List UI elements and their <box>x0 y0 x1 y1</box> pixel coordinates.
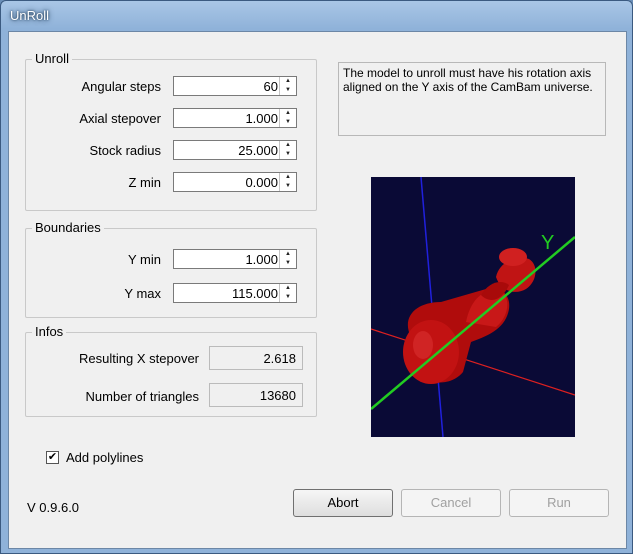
zmin-label: Z min <box>128 175 162 190</box>
checkmark-icon[interactable]: ✔ <box>46 451 59 464</box>
ymax-value: 115.000 <box>231 286 278 301</box>
stock-radius-input[interactable]: 25.000 ▲ ▼ <box>173 140 297 160</box>
x-stepover-value: 2.618 <box>263 351 296 366</box>
triangles-label: Number of triangles <box>85 389 199 404</box>
spin-down-icon[interactable]: ▼ <box>280 259 296 268</box>
ymin-spinner[interactable]: ▲ ▼ <box>279 250 296 268</box>
spin-up-icon[interactable]: ▲ <box>280 284 296 293</box>
angular-steps-input[interactable]: 60 ▲ ▼ <box>173 76 297 96</box>
ymax-spinner[interactable]: ▲ ▼ <box>279 284 296 302</box>
infos-group: Infos Resulting X stepover 2.618 Number … <box>25 324 317 417</box>
spin-up-icon[interactable]: ▲ <box>280 250 296 259</box>
zmin-value: 0.000 <box>245 175 278 190</box>
ymin-input[interactable]: 1.000 ▲ ▼ <box>173 249 297 269</box>
axial-stepover-label: Axial stepover <box>79 111 161 126</box>
unroll-window: UnRoll Unroll Angular steps 60 ▲ ▼ Axial … <box>0 0 633 554</box>
spin-up-icon[interactable]: ▲ <box>280 173 296 182</box>
model-viewport[interactable]: Y <box>371 177 575 437</box>
ymin-label: Y min <box>128 252 161 267</box>
triangles-value: 13680 <box>259 388 296 403</box>
angular-steps-value: 60 <box>263 79 278 94</box>
unroll-group: Unroll Angular steps 60 ▲ ▼ Axial stepove… <box>25 51 317 211</box>
viewport-canvas: Y <box>371 177 575 437</box>
add-polylines-label: Add polylines <box>66 450 144 465</box>
x-stepover-label: Resulting X stepover <box>79 351 199 366</box>
stock-radius-spinner[interactable]: ▲ ▼ <box>279 141 296 159</box>
angular-steps-label: Angular steps <box>81 79 162 94</box>
title-bar[interactable]: UnRoll <box>1 1 632 31</box>
spin-up-icon[interactable]: ▲ <box>280 109 296 118</box>
axial-stepover-spinner[interactable]: ▲ ▼ <box>279 109 296 127</box>
unroll-group-title: Unroll <box>32 51 72 66</box>
boundaries-group: Boundaries Y min 1.000 ▲ ▼ Y max 115.000 … <box>25 220 317 318</box>
spin-down-icon[interactable]: ▼ <box>280 182 296 191</box>
info-text: The model to unroll must have his rotati… <box>343 66 593 94</box>
stock-radius-value: 25.000 <box>238 143 278 158</box>
triangles-field: 13680 <box>209 383 303 407</box>
spin-up-icon[interactable]: ▲ <box>280 77 296 86</box>
axial-stepover-value: 1.000 <box>245 111 278 126</box>
spin-down-icon[interactable]: ▼ <box>280 293 296 302</box>
x-stepover-field: 2.618 <box>209 346 303 370</box>
zmin-spinner[interactable]: ▲ ▼ <box>279 173 296 191</box>
boundaries-group-title: Boundaries <box>32 220 104 235</box>
spin-down-icon[interactable]: ▼ <box>280 150 296 159</box>
y-axis-label: Y <box>541 232 554 254</box>
run-button[interactable]: Run <box>509 489 609 517</box>
ymax-input[interactable]: 115.000 ▲ ▼ <box>173 283 297 303</box>
stock-radius-label: Stock radius <box>89 143 161 158</box>
window-title: UnRoll <box>10 8 50 23</box>
version-label: V 0.9.6.0 <box>27 500 80 515</box>
axial-stepover-input[interactable]: 1.000 ▲ ▼ <box>173 108 297 128</box>
info-text-box: The model to unroll must have his rotati… <box>338 62 606 136</box>
model-shape <box>403 248 536 384</box>
y-axis-line <box>371 236 575 410</box>
spin-down-icon[interactable]: ▼ <box>280 86 296 95</box>
spin-down-icon[interactable]: ▼ <box>280 118 296 127</box>
dialog-client-area: Unroll Angular steps 60 ▲ ▼ Axial stepove… <box>8 31 627 549</box>
abort-button[interactable]: Abort <box>293 489 393 517</box>
cancel-button[interactable]: Cancel <box>401 489 501 517</box>
infos-group-title: Infos <box>32 324 67 339</box>
angular-steps-spinner[interactable]: ▲ ▼ <box>279 77 296 95</box>
spin-up-icon[interactable]: ▲ <box>280 141 296 150</box>
ymin-value: 1.000 <box>245 252 278 267</box>
zmin-input[interactable]: 0.000 ▲ ▼ <box>173 172 297 192</box>
ymax-label: Y max <box>124 286 161 301</box>
